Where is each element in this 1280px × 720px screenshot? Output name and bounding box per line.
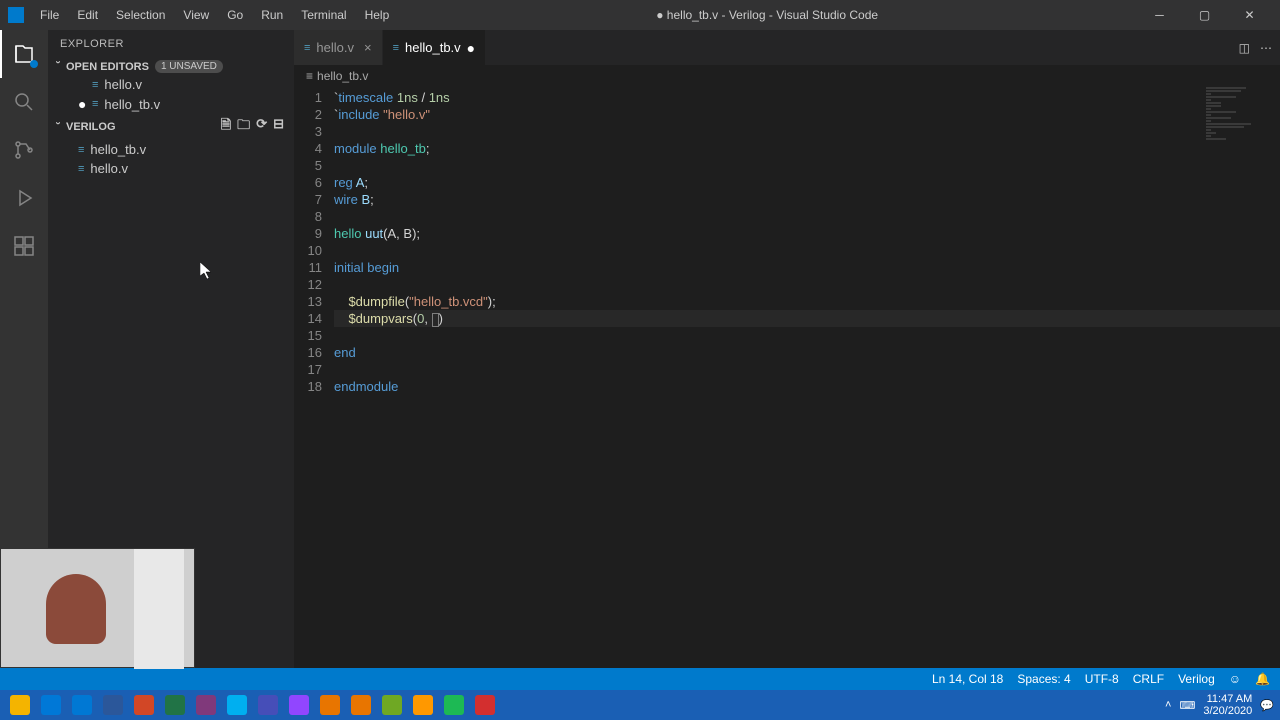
titlebar: File Edit Selection View Go Run Terminal… bbox=[0, 0, 1280, 30]
status-language[interactable]: Verilog bbox=[1178, 672, 1215, 686]
taskbar-app-epic[interactable] bbox=[285, 691, 313, 719]
status-eol[interactable]: CRLF bbox=[1133, 672, 1164, 686]
menu-file[interactable]: File bbox=[32, 4, 67, 26]
taskbar-app-outlook[interactable] bbox=[68, 691, 96, 719]
taskbar-app-matlab2[interactable] bbox=[347, 691, 375, 719]
notification-icon[interactable]: 💬 bbox=[1260, 699, 1274, 712]
file-icon: ≡ bbox=[304, 42, 310, 54]
taskbar-app-skype[interactable] bbox=[223, 691, 251, 719]
file-icon: ≡ bbox=[306, 69, 313, 83]
more-icon[interactable]: ⋯ bbox=[1260, 41, 1272, 55]
taskbar-app-c[interactable] bbox=[471, 691, 499, 719]
editor-tabs: ≡ hello.v × ≡ hello_tb.v ● ◫ ⋯ bbox=[294, 30, 1280, 65]
tab-label: hello_tb.v bbox=[405, 40, 461, 55]
breadcrumb-file: hello_tb.v bbox=[317, 69, 368, 83]
menu-selection[interactable]: Selection bbox=[108, 4, 173, 26]
status-feedback-icon[interactable]: ☺ bbox=[1229, 672, 1241, 686]
source-control-icon[interactable] bbox=[0, 126, 48, 174]
taskbar: ˄ ⌨ 11:47 AM 3/20/2020 💬 bbox=[0, 690, 1280, 720]
file-icon: ≡ bbox=[78, 144, 84, 156]
window-title: ● hello_tb.v - Verilog - Visual Studio C… bbox=[397, 8, 1137, 22]
minimap[interactable] bbox=[1206, 87, 1266, 668]
collapse-icon[interactable]: ⊟ bbox=[273, 116, 284, 138]
maximize-button[interactable]: ▢ bbox=[1182, 0, 1227, 30]
minimize-button[interactable]: ─ bbox=[1137, 0, 1182, 30]
file-icon: ≡ bbox=[92, 79, 98, 91]
editor-tab[interactable]: ≡ hello.v × bbox=[294, 30, 383, 65]
file-name: hello_tb.v bbox=[90, 142, 146, 157]
editor-actions: ◫ ⋯ bbox=[1231, 30, 1280, 65]
file-icon: ≡ bbox=[393, 42, 399, 54]
workspace-file-item[interactable]: ≡ hello.v bbox=[48, 159, 294, 178]
file-name: hello_tb.v bbox=[104, 97, 160, 112]
window-controls: ─ ▢ ✕ bbox=[1137, 0, 1272, 30]
taskbar-app-matlab[interactable] bbox=[316, 691, 344, 719]
vscode-logo-icon bbox=[8, 7, 24, 23]
unsaved-badge: 1 UNSAVED bbox=[155, 60, 223, 73]
taskbar-app-spotify[interactable] bbox=[440, 691, 468, 719]
open-editor-item[interactable]: ● ≡ hello_tb.v bbox=[48, 94, 294, 114]
workspace-file-item[interactable]: ≡ hello_tb.v bbox=[48, 140, 294, 159]
chevron-down-icon: › bbox=[53, 61, 64, 73]
status-encoding[interactable]: UTF-8 bbox=[1085, 672, 1119, 686]
webcam-overlay bbox=[0, 548, 195, 668]
status-position[interactable]: Ln 14, Col 18 bbox=[932, 672, 1003, 686]
badge-dot-icon bbox=[30, 60, 38, 68]
file-icon: ≡ bbox=[92, 98, 98, 110]
tray-up-icon[interactable]: ˄ bbox=[1165, 699, 1171, 711]
breadcrumb[interactable]: ≡ hello_tb.v bbox=[294, 65, 1280, 87]
taskbar-app-photos[interactable] bbox=[409, 691, 437, 719]
taskbar-app-teams[interactable] bbox=[254, 691, 282, 719]
clock[interactable]: 11:47 AM 3/20/2020 bbox=[1203, 693, 1252, 717]
workspace-actions: 🗎 🗀 ⟳ ⊟ bbox=[221, 116, 290, 138]
taskbar-app-camtasia[interactable] bbox=[378, 691, 406, 719]
menu-go[interactable]: Go bbox=[219, 4, 251, 26]
taskbar-app-word[interactable] bbox=[99, 691, 127, 719]
code-content[interactable]: `timescale 1ns / 1ns`include "hello.v" m… bbox=[334, 87, 1280, 668]
modified-dot-icon: ● bbox=[467, 40, 475, 56]
code-editor[interactable]: 123456789101112131415161718 `timescale 1… bbox=[294, 87, 1280, 668]
menu-terminal[interactable]: Terminal bbox=[293, 4, 354, 26]
file-name: hello.v bbox=[104, 77, 142, 92]
debug-icon[interactable] bbox=[0, 174, 48, 222]
modified-dot-icon: ● bbox=[78, 96, 86, 112]
line-gutter: 123456789101112131415161718 bbox=[294, 87, 334, 668]
taskbar-app-onenote[interactable] bbox=[192, 691, 220, 719]
extensions-icon[interactable] bbox=[0, 222, 48, 270]
new-folder-icon[interactable]: 🗀 bbox=[237, 116, 250, 138]
status-bar: Ln 14, Col 18 Spaces: 4 UTF-8 CRLF Veril… bbox=[0, 668, 1280, 690]
search-icon[interactable] bbox=[0, 78, 48, 126]
open-editor-item[interactable]: ≡ hello.v bbox=[48, 75, 294, 94]
chevron-down-icon: › bbox=[53, 121, 64, 133]
tray-keyboard-icon[interactable]: ⌨ bbox=[1179, 699, 1195, 712]
menu-help[interactable]: Help bbox=[357, 4, 398, 26]
file-icon: ≡ bbox=[78, 163, 84, 175]
close-tab-icon[interactable]: × bbox=[364, 40, 372, 55]
new-file-icon[interactable]: 🗎 bbox=[221, 116, 231, 138]
menu-edit[interactable]: Edit bbox=[69, 4, 106, 26]
status-bell-icon[interactable]: 🔔 bbox=[1255, 672, 1270, 686]
workspace-label: VERILOG bbox=[66, 121, 116, 133]
taskbar-app-vscode[interactable] bbox=[37, 691, 65, 719]
taskbar-app-excel[interactable] bbox=[161, 691, 189, 719]
menu-view[interactable]: View bbox=[175, 4, 217, 26]
explorer-icon[interactable] bbox=[0, 30, 48, 78]
split-editor-icon[interactable]: ◫ bbox=[1239, 41, 1250, 55]
file-name: hello.v bbox=[90, 161, 128, 176]
sidebar-title: EXPLORER bbox=[48, 30, 294, 58]
workspace-header[interactable]: › VERILOG 🗎 🗀 ⟳ ⊟ bbox=[48, 114, 294, 140]
close-button[interactable]: ✕ bbox=[1227, 0, 1272, 30]
refresh-icon[interactable]: ⟳ bbox=[256, 116, 267, 138]
editor-tab[interactable]: ≡ hello_tb.v ● bbox=[383, 30, 487, 65]
open-editors-header[interactable]: › OPEN EDITORS 1 UNSAVED bbox=[48, 58, 294, 75]
status-spaces[interactable]: Spaces: 4 bbox=[1017, 672, 1070, 686]
taskbar-app-chrome[interactable] bbox=[6, 691, 34, 719]
system-tray[interactable]: ˄ ⌨ 11:47 AM 3/20/2020 💬 bbox=[1165, 693, 1274, 717]
tab-label: hello.v bbox=[316, 40, 354, 55]
menu-bar: File Edit Selection View Go Run Terminal… bbox=[32, 4, 397, 26]
editor-area: ≡hello.v×≡hello_tb.v● ◫ ⋯ ≡ hello_tb.v 1… bbox=[294, 30, 1280, 668]
open-editors-label: OPEN EDITORS bbox=[66, 61, 149, 73]
taskbar-app-powerpoint[interactable] bbox=[130, 691, 158, 719]
menu-run[interactable]: Run bbox=[253, 4, 291, 26]
